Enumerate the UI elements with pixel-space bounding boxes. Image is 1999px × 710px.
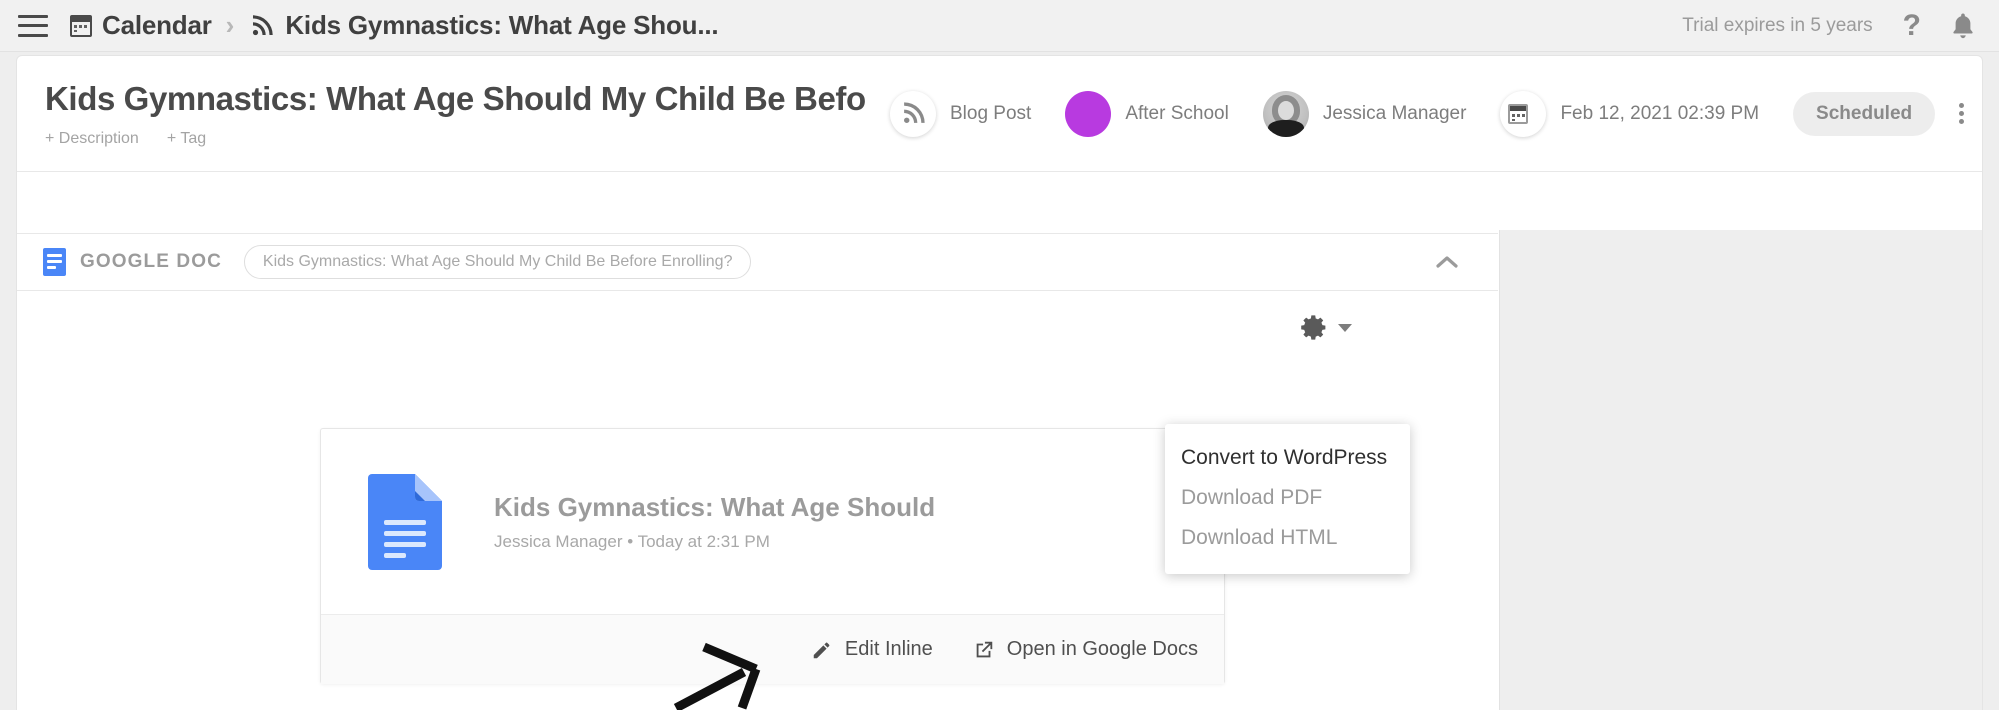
status-badge[interactable]: Scheduled (1793, 91, 1936, 136)
attachment-bar: GOOGLE DOC Kids Gymnastics: What Age Sho… (17, 234, 1498, 291)
campaign-label: After School (1125, 102, 1229, 124)
google-doc-icon (43, 248, 66, 276)
help-icon[interactable]: ? (1903, 9, 1921, 43)
breadcrumb-separator: › (225, 10, 235, 40)
menu-item-download-pdf[interactable]: Download PDF (1165, 478, 1410, 518)
chevron-down-icon (1338, 323, 1352, 332)
settings-menu-trigger[interactable] (1300, 313, 1352, 342)
author-label: Jessica Manager (1322, 102, 1467, 124)
add-tag-link[interactable]: + Tag (167, 130, 206, 148)
calendar-icon (1508, 103, 1529, 124)
bell-icon[interactable] (1949, 11, 1977, 41)
post-meta-group: Blog Post After School Jessica Manager F… (890, 90, 1982, 137)
google-doc-file-icon (368, 473, 442, 570)
page-title: Kids Gymnastics: What Age Should My Chil… (45, 79, 866, 117)
breadcrumb-calendar-label: Calendar (102, 10, 212, 40)
post-window: Kids Gymnastics: What Age Should My Chil… (17, 56, 1982, 710)
content-type-label: Blog Post (950, 102, 1032, 124)
add-description-link[interactable]: + Description (45, 130, 139, 148)
pencil-icon (813, 642, 830, 658)
meta-content-type[interactable]: Blog Post (890, 90, 1032, 137)
menu-item-convert-to-wordpress[interactable]: Convert to WordPress (1165, 438, 1410, 478)
edit-inline-button[interactable]: Edit Inline (811, 638, 933, 661)
right-gutter (1499, 230, 1982, 710)
document-text-block: Kids Gymnastics: What Age Should Jessica… (494, 492, 935, 552)
app-bar: Calendar › Kids Gymnastics: What Age Sho… (0, 0, 1999, 52)
hand-drawn-arrow-annotation (673, 642, 761, 710)
menu-item-download-html[interactable]: Download HTML (1165, 518, 1410, 558)
avatar[interactable] (1262, 90, 1309, 137)
document-meta: Jessica Manager • Today at 2:31 PM (494, 531, 770, 551)
breadcrumb-current-label: Kids Gymnastics: What Age Shou... (285, 10, 719, 40)
open-in-google-docs-label: Open in Google Docs (1006, 638, 1198, 660)
campaign-color-dot[interactable] (1065, 90, 1112, 137)
document-name: Kids Gymnastics: What Age Should (494, 491, 936, 522)
gear-icon (1301, 315, 1326, 340)
external-link-icon (976, 641, 993, 657)
meta-date[interactable]: Feb 12, 2021 02:39 PM (1500, 90, 1760, 137)
blank-strip (17, 172, 1498, 234)
post-title-block: Kids Gymnastics: What Age Should My Chil… (45, 80, 890, 148)
settings-dropdown-menu[interactable]: Convert to WordPress Download PDF Downlo… (1165, 424, 1410, 574)
post-sublinks: + Description + Tag (45, 130, 890, 148)
content-type-button[interactable] (890, 90, 936, 137)
left-gutter (0, 56, 17, 710)
hamburger-icon[interactable] (18, 14, 48, 37)
rss-icon (253, 14, 274, 35)
calendar-icon (70, 14, 92, 37)
meta-author[interactable]: Jessica Manager (1262, 90, 1467, 137)
rss-icon (903, 102, 925, 123)
attachment-type-label: GOOGLE DOC (80, 251, 222, 272)
date-label: Feb 12, 2021 02:39 PM (1560, 102, 1760, 124)
chevron-up-icon[interactable] (1434, 254, 1460, 270)
document-card-body: Kids Gymnastics: What Age Should Jessica… (321, 429, 1224, 614)
kebab-menu-icon[interactable] (1959, 103, 1965, 124)
post-header: Kids Gymnastics: What Age Should My Chil… (17, 56, 1982, 172)
date-button[interactable] (1500, 90, 1547, 137)
meta-campaign[interactable]: After School (1065, 90, 1229, 137)
attachment-title-chip[interactable]: Kids Gymnastics: What Age Should My Chil… (243, 245, 752, 279)
open-in-google-docs-button[interactable]: Open in Google Docs (973, 638, 1198, 661)
breadcrumb-current[interactable]: Kids Gymnastics: What Age Shou... (250, 10, 719, 41)
breadcrumb-calendar[interactable]: Calendar (70, 10, 212, 41)
app-bar-right: Trial expires in 5 years ? (1682, 9, 1977, 43)
trial-status-text: Trial expires in 5 years (1682, 14, 1873, 36)
edit-inline-label: Edit Inline (844, 638, 933, 660)
